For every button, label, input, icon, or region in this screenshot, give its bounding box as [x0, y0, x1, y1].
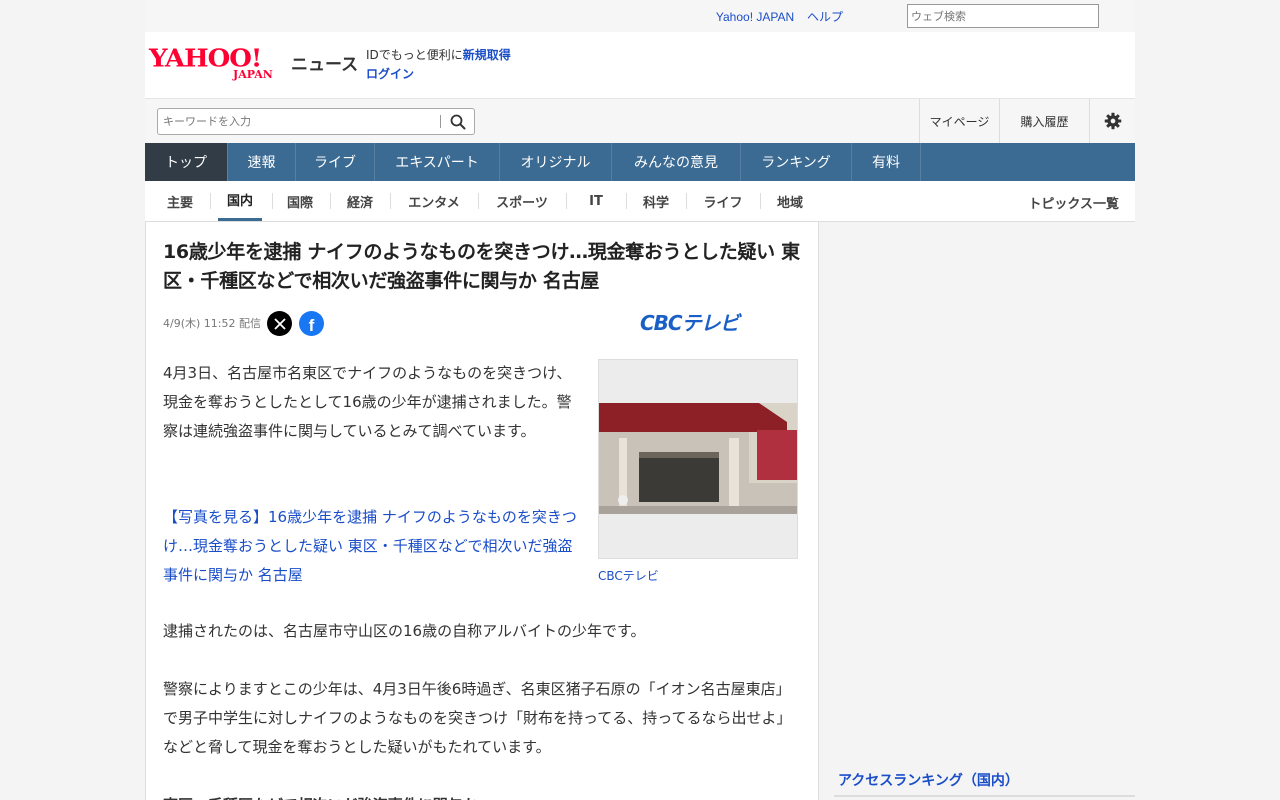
cat-world[interactable]: 国際	[280, 181, 320, 221]
x-icon	[273, 317, 286, 330]
cat-divider	[210, 193, 211, 209]
id-promo: IDでもっと便利に新規取得 ログイン	[366, 46, 511, 84]
cat-divider	[478, 193, 479, 209]
article: 16歳少年を逮捕 ナイフのようなものを突きつけ…現金奪おうとした疑い 東区・千種…	[145, 222, 819, 800]
topics-list-link[interactable]: トピックス一覧	[1028, 193, 1119, 212]
cat-main[interactable]: 主要	[160, 181, 200, 221]
cat-divider	[330, 193, 331, 209]
logo-japan-text: JAPAN	[233, 68, 273, 81]
facebook-icon: f	[308, 315, 315, 335]
article-date: 4/9(木) 11:52	[163, 317, 236, 330]
web-search-input[interactable]	[907, 4, 1099, 28]
cat-life[interactable]: ライフ	[696, 181, 750, 221]
top-utility-bar: Yahoo! JAPAN ヘルプ	[145, 0, 1135, 32]
login-link[interactable]: ログイン	[366, 67, 414, 81]
gear-icon	[1104, 112, 1121, 130]
cat-divider	[566, 193, 567, 209]
cbc-logo-text: CBCテレビ	[640, 311, 743, 335]
cat-sports[interactable]: スポーツ	[488, 181, 556, 221]
purchase-history-button[interactable]: 購入履歴	[999, 99, 1089, 143]
article-title: 16歳少年を逮捕 ナイフのようなものを突きつけ…現金奪おうとした疑い 東区・千種…	[163, 241, 800, 292]
cat-science[interactable]: 科学	[636, 181, 676, 221]
article-photo[interactable]	[598, 359, 798, 559]
cat-divider	[686, 193, 687, 209]
article-paragraph-1: 4月3日、名古屋市名東区でナイフのようなものを突きつけ、現金を奪おうとしたとして…	[163, 364, 572, 440]
cat-divider	[390, 193, 391, 209]
cat-divider	[626, 193, 627, 209]
search-bar: マイページ 購入履歴	[145, 98, 1135, 143]
cat-local[interactable]: 地域	[770, 181, 810, 221]
cbc-tv-logo[interactable]: CBCテレビ	[638, 311, 798, 335]
cat-divider	[760, 193, 761, 209]
cat-domestic[interactable]: 国内	[218, 181, 262, 221]
cat-entertainment[interactable]: エンタメ	[400, 181, 468, 221]
article-paragraph-2: 逮捕されたのは、名古屋市守山区の16歳の自称アルバイトの少年です。	[163, 622, 646, 640]
photo-gallery-link[interactable]: 【写真を見る】16歳少年を逮捕 ナイフのようなものを突きつけ…現金奪おうとした疑…	[163, 503, 583, 590]
keyword-search	[157, 108, 475, 135]
sidebar-divider	[834, 795, 1135, 797]
search-icon	[450, 114, 466, 130]
x-share-button[interactable]	[267, 311, 292, 336]
register-link[interactable]: 新規取得	[463, 48, 511, 62]
yahoo-japan-link[interactable]: Yahoo! JAPAN	[716, 10, 794, 24]
nav-expert[interactable]: エキスパート	[375, 143, 500, 181]
category-nav: 主要 国内 国際 経済 エンタメ スポーツ IT 科学 ライフ 地域 トピックス…	[145, 181, 1135, 222]
purchase-history-label: 購入履歴	[1020, 114, 1069, 129]
nav-ranking[interactable]: ランキング	[741, 143, 852, 181]
cat-it[interactable]: IT	[576, 181, 616, 221]
cat-divider	[272, 193, 273, 209]
logo-news-text: ニュース	[291, 55, 359, 75]
nav-opinions[interactable]: みんなの意見	[612, 143, 741, 181]
article-paragraph-3: 警察によりますとこの少年は、4月3日午後6時過ぎ、名東区猪子石原の「イオン名古屋…	[163, 680, 792, 756]
nav-paid[interactable]: 有料	[852, 143, 921, 181]
article-subheading: 東区・千種区などで相次いだ強盗事件に関与か	[163, 791, 803, 800]
id-promo-text: IDでもっと便利に	[366, 48, 463, 62]
mypage-button[interactable]: マイページ	[919, 99, 999, 143]
nav-top[interactable]: トップ	[145, 143, 228, 181]
yahoo-news-logo[interactable]: YAHOO! JAPAN ニュース	[149, 45, 358, 86]
photo-caption[interactable]: CBCテレビ	[598, 567, 659, 584]
facebook-share-button[interactable]: f	[299, 311, 324, 336]
nav-original[interactable]: オリジナル	[500, 143, 612, 181]
header: YAHOO! JAPAN ニュース IDでもっと便利に新規取得 ログイン	[145, 32, 1135, 98]
nav-breaking[interactable]: 速報	[228, 143, 296, 181]
search-button[interactable]	[446, 111, 470, 133]
top-links: Yahoo! JAPAN ヘルプ	[707, 8, 843, 25]
settings-button[interactable]	[1089, 99, 1135, 143]
mypage-label: マイページ	[929, 114, 990, 129]
cat-economy[interactable]: 経済	[340, 181, 380, 221]
help-link[interactable]: ヘルプ	[807, 10, 843, 24]
article-delivered: 配信	[238, 317, 261, 330]
search-separator	[440, 115, 441, 128]
keyword-search-input[interactable]	[158, 109, 428, 134]
article-meta: 4/9(木) 11:52 配信	[163, 315, 261, 331]
nav-live[interactable]: ライブ	[296, 143, 375, 181]
main-nav: トップ 速報 ライブ エキスパート オリジナル みんなの意見 ランキング 有料	[145, 143, 1135, 181]
storefront-photo	[599, 360, 797, 558]
access-ranking-heading[interactable]: アクセスランキング（国内）	[838, 770, 1019, 790]
cbc-logo-graphic: CBCテレビ	[640, 311, 744, 335]
